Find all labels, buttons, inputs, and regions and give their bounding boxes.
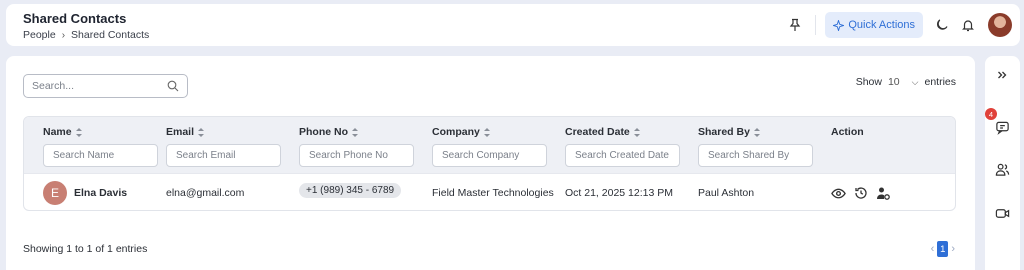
notification-badge: 4 xyxy=(985,108,997,120)
show-label: Show xyxy=(855,76,882,88)
column-created-date[interactable]: Created Date xyxy=(565,126,640,138)
chevron-down-icon: ⌵ xyxy=(911,76,919,87)
user-settings-icon[interactable] xyxy=(876,186,891,201)
contacts-table: Name Email Phone No Company Created Date… xyxy=(23,116,956,211)
filter-email[interactable]: Search Email xyxy=(166,144,281,167)
entries-select[interactable]: 10 ⌵ xyxy=(888,76,919,88)
search-placeholder: Search... xyxy=(32,80,75,92)
search-input[interactable]: Search... xyxy=(23,74,188,98)
filter-phone[interactable]: Search Phone No xyxy=(299,144,414,167)
column-company[interactable]: Company xyxy=(432,126,490,138)
page-title: Shared Contacts xyxy=(23,11,127,26)
sort-icon[interactable] xyxy=(352,127,358,137)
show-entries: Show 10 ⌵ entries xyxy=(856,76,956,88)
sort-icon[interactable] xyxy=(75,127,82,137)
contact-company: Field Master Technologies xyxy=(432,187,554,199)
table-row: E Elna Davis elna@gmail.com +1 (989) 345… xyxy=(24,173,955,210)
contact-name: Elna Davis xyxy=(74,187,128,199)
column-action: Action xyxy=(831,126,864,138)
eye-icon[interactable] xyxy=(831,186,846,201)
contact-shared-by: Paul Ashton xyxy=(698,187,755,199)
contact-avatar: E xyxy=(43,181,67,205)
right-rail: 4 xyxy=(985,56,1020,270)
breadcrumb: People › Shared Contacts xyxy=(23,29,149,41)
sort-icon[interactable] xyxy=(483,127,490,137)
entries-value: 10 xyxy=(887,76,900,88)
sort-icon[interactable] xyxy=(753,127,760,137)
column-shared-by[interactable]: Shared By xyxy=(698,126,760,138)
filter-company[interactable]: Search Company xyxy=(432,144,547,167)
column-phone[interactable]: Phone No xyxy=(299,126,358,138)
quick-actions-label: Quick Actions xyxy=(848,19,915,31)
table-header: Name Email Phone No Company Created Date… xyxy=(24,117,955,173)
contact-phone: +1 (989) 345 - 6789 xyxy=(299,182,402,198)
column-name[interactable]: Name xyxy=(43,126,82,138)
breadcrumb-current: Shared Contacts xyxy=(71,29,150,41)
entries-label: entries xyxy=(924,76,956,88)
page-button-1[interactable]: 1 xyxy=(937,241,949,257)
page-header: Shared Contacts People › Shared Contacts… xyxy=(6,4,1020,46)
search-icon xyxy=(167,80,179,92)
prev-page-icon[interactable]: ‹ xyxy=(931,243,935,255)
filter-shared-by[interactable]: Search Shared By xyxy=(698,144,813,167)
double-chevron-right-icon[interactable] xyxy=(990,63,1014,87)
divider xyxy=(815,15,817,35)
contact-email: elna@gmail.com xyxy=(166,187,245,199)
moon-icon[interactable] xyxy=(931,14,953,36)
bell-icon[interactable] xyxy=(957,14,979,36)
main-card: Search... Show 10 ⌵ entries Name Email P… xyxy=(6,56,975,270)
filter-name[interactable]: Search Name xyxy=(43,144,158,167)
avatar[interactable] xyxy=(988,13,1012,37)
next-page-icon[interactable]: › xyxy=(951,243,955,255)
filter-created-date[interactable]: Search Created Date xyxy=(565,144,680,167)
pagination-info: Showing 1 to 1 of 1 entries xyxy=(23,243,148,255)
quick-actions-button[interactable]: Quick Actions xyxy=(825,12,923,38)
breadcrumb-people[interactable]: People xyxy=(23,29,56,41)
pagination: ‹ 1 › xyxy=(931,241,955,257)
column-email[interactable]: Email xyxy=(166,126,205,138)
video-icon[interactable] xyxy=(990,201,1014,225)
chevron-right-icon: › xyxy=(61,29,66,41)
contact-created-date: Oct 21, 2025 12:13 PM xyxy=(565,187,673,199)
sparkle-icon xyxy=(833,19,845,31)
pin-icon[interactable] xyxy=(784,14,806,36)
sort-icon[interactable] xyxy=(633,127,640,137)
users-icon[interactable] xyxy=(990,157,1014,181)
history-icon[interactable] xyxy=(854,186,868,200)
sort-icon[interactable] xyxy=(198,127,205,137)
